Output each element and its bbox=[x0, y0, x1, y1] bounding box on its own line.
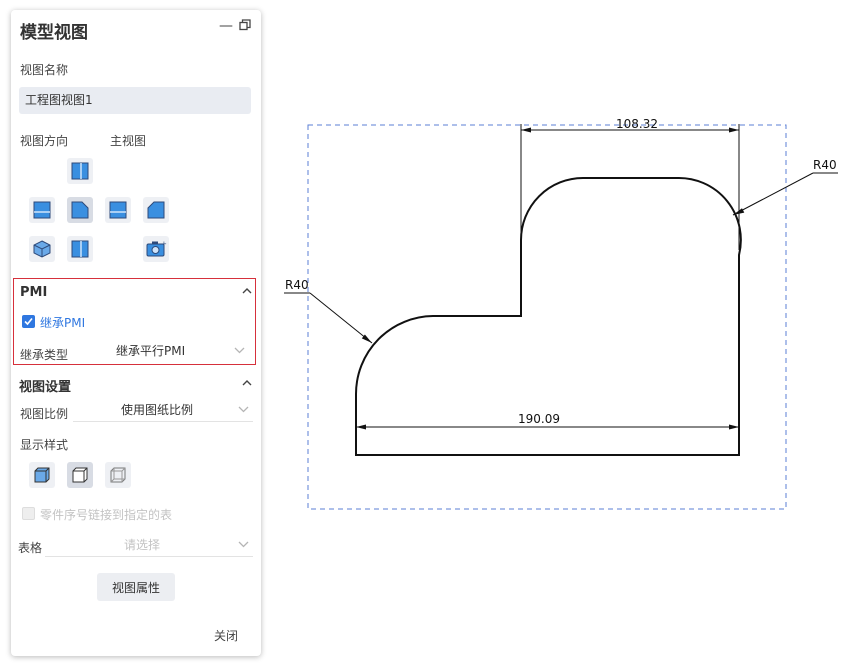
drawing-canvas[interactable]: 108.32 190.09 R40 R40 bbox=[0, 0, 848, 667]
right-radius-text[interactable]: R40 bbox=[813, 158, 837, 172]
top-width-dimension-text[interactable]: 108.32 bbox=[616, 117, 658, 131]
bottom-width-dimension-text[interactable]: 190.09 bbox=[518, 412, 560, 426]
bottom-width-dimension[interactable]: 190.09 bbox=[356, 412, 739, 430]
view-frame[interactable] bbox=[307, 124, 787, 510]
left-radius-text[interactable]: R40 bbox=[285, 278, 309, 292]
left-radius-dimension[interactable]: R40 bbox=[284, 278, 373, 344]
